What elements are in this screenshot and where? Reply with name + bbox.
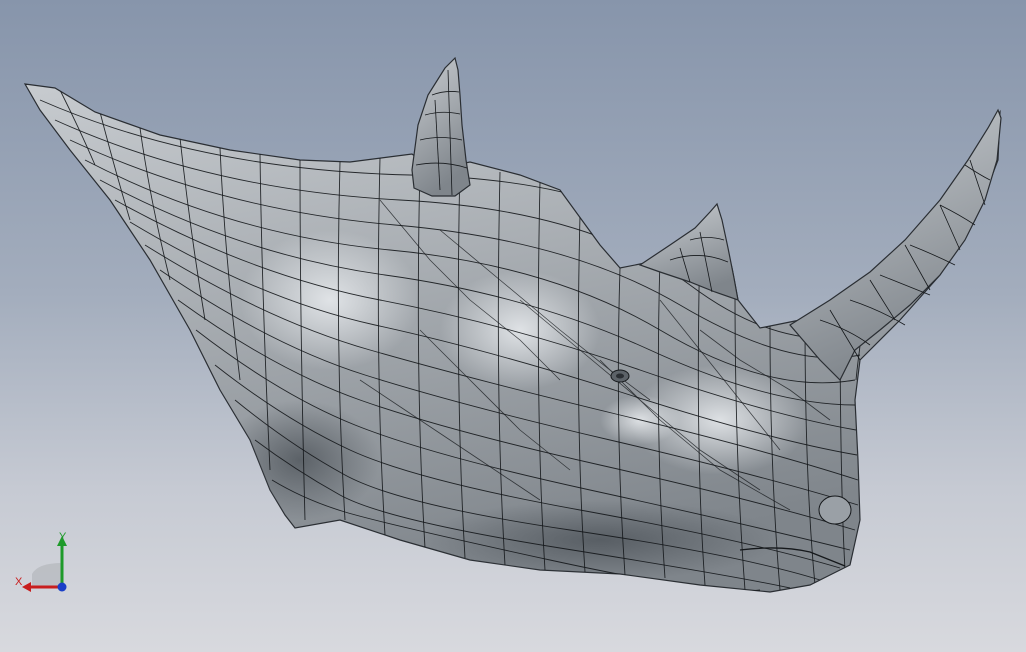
nostril — [818, 495, 852, 525]
z-axis-dot — [57, 582, 67, 592]
x-axis-label: X — [15, 576, 23, 588]
front-horn — [789, 108, 1002, 382]
rhino-head-model[interactable] — [0, 0, 1026, 652]
view-orientation-triad: X Y — [12, 530, 74, 596]
y-axis-label: Y — [59, 531, 67, 543]
graphics-viewport[interactable]: X Y — [0, 0, 1026, 652]
ear-horn — [411, 56, 471, 197]
